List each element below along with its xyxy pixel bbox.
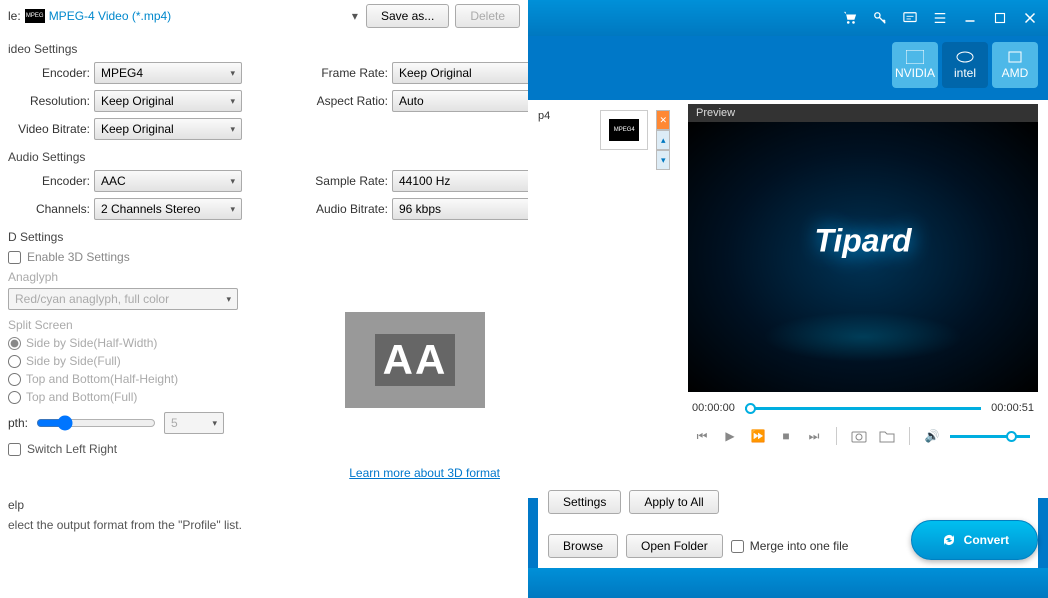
anaglyph-label: Anaglyph [8,270,520,284]
split-opt1-radio [8,337,21,350]
video-encoder-label: Encoder: [8,66,90,80]
glow-platform [763,312,963,362]
split-opt3-radio [8,373,21,386]
convert-button[interactable]: Convert [911,520,1038,560]
save-as-button[interactable]: Save as... [366,4,449,28]
merge-checkbox[interactable] [731,540,744,553]
video-bitrate-dropdown[interactable]: Keep Original▾ [94,118,242,140]
help-text: elect the output format from the "Profil… [8,518,520,532]
file-extension: p4 [538,110,550,122]
switch-lr-checkbox[interactable] [8,443,21,456]
gpu-intel[interactable]: intel [942,42,988,88]
channels-label: Channels: [8,202,90,216]
video-bitrate-label: Video Bitrate: [8,122,90,136]
time-current: 00:00:00 [692,402,735,414]
next-icon[interactable]: ⏭ [804,426,824,446]
time-total: 00:00:51 [991,402,1034,414]
3d-settings-title: D Settings [8,230,520,244]
snapshot-icon[interactable] [849,426,869,446]
gpu-nvidia[interactable]: NVIDIA [892,42,938,88]
aspect-ratio-dropdown[interactable]: Auto▾ [392,90,540,112]
frame-rate-dropdown[interactable]: Keep Original▾ [392,62,540,84]
profile-label: le: [8,9,21,23]
file-item[interactable]: p4 MPEG4 ✕ ▴ ▾ [528,100,680,180]
help-title: elp [8,498,520,512]
audio-encoder-dropdown[interactable]: AAC▾ [94,170,242,192]
cart-icon[interactable] [842,10,858,26]
resolution-label: Resolution: [8,94,90,108]
file-thumbnail: MPEG4 [600,110,648,150]
merge-label: Merge into one file [750,539,849,553]
folder-icon[interactable] [877,426,897,446]
mpeg-format-icon: MPEG [25,9,45,23]
audio-encoder-label: Encoder: [8,174,90,188]
audio-settings-title: Audio Settings [8,150,520,164]
menu-icon[interactable] [932,10,948,26]
video-encoder-dropdown[interactable]: MPEG4▾ [94,62,242,84]
depth-slider[interactable] [36,415,156,431]
gpu-amd[interactable]: AMD [992,42,1038,88]
delete-button: Delete [455,4,520,28]
enable-3d-checkbox[interactable] [8,251,21,264]
aspect-ratio-label: Aspect Ratio: [288,94,388,108]
resolution-dropdown[interactable]: Keep Original▾ [94,90,242,112]
depth-value-spinner: 5▾ [164,412,224,434]
time-bar: 00:00:00 00:00:51 [688,392,1038,420]
main-panel: NVIDIA intel AMD p4 MPEG4 ✕ ▴ ▾ Preview … [528,0,1048,598]
file-remove-button[interactable]: ✕ [656,110,670,130]
switch-lr-label: Switch Left Right [27,442,117,456]
stop-icon[interactable]: ■ [776,426,796,446]
titlebar [528,0,1048,36]
settings-button[interactable]: Settings [548,490,621,514]
enable-3d-label: Enable 3D Settings [27,250,130,264]
profile-dropdown-caret[interactable]: ▾ [352,9,358,23]
footer-strip [528,568,1048,598]
main-white-area: p4 MPEG4 ✕ ▴ ▾ Preview Tipard 00:00:00 0… [528,100,1048,498]
seek-slider[interactable] [745,407,981,410]
volume-icon[interactable]: 🔊 [922,426,942,446]
key-icon[interactable] [872,10,888,26]
playback-controls: ⏮ ▶ ⏩ ■ ⏭ 🔊 [688,420,1038,452]
play-icon[interactable]: ▶ [720,426,740,446]
learn-more-3d-link[interactable]: Learn more about 3D format [349,466,500,480]
feedback-icon[interactable] [902,10,918,26]
audio-bitrate-label: Audio Bitrate: [288,202,388,216]
preview-screen[interactable]: Tipard [688,122,1038,392]
profile-row: le: MPEG MPEG-4 Video (*.mp4) ▾ Save as.… [8,0,520,32]
profile-name[interactable]: MPEG-4 Video (*.mp4) [49,9,352,23]
gpu-badges: NVIDIA intel AMD [892,42,1038,88]
sample-rate-label: Sample Rate: [288,174,388,188]
prev-icon[interactable]: ⏮ [692,426,712,446]
preview-label: Preview [688,104,1038,122]
minimize-icon[interactable] [962,10,978,26]
file-down-button[interactable]: ▾ [656,150,670,170]
depth-label: pth: [8,416,28,430]
sample-rate-dropdown[interactable]: 44100 Hz▾ [392,170,540,192]
browse-button[interactable]: Browse [548,534,618,558]
maximize-icon[interactable] [992,10,1008,26]
split-opt2-radio [8,355,21,368]
close-icon[interactable] [1022,10,1038,26]
fast-forward-icon[interactable]: ⏩ [748,426,768,446]
volume-slider[interactable] [950,435,1030,438]
audio-bitrate-dropdown[interactable]: 96 kbps▾ [392,198,540,220]
preview-area: Preview Tipard 00:00:00 00:00:51 ⏮ ▶ ⏩ ■… [688,104,1038,452]
brand-logo: Tipard [814,222,911,259]
channels-dropdown[interactable]: 2 Channels Stereo▾ [94,198,242,220]
open-folder-button[interactable]: Open Folder [626,534,723,558]
settings-panel: le: MPEG MPEG-4 Video (*.mp4) ▾ Save as.… [0,0,528,598]
split-opt4-radio [8,391,21,404]
video-settings-title: ideo Settings [8,42,520,56]
apply-all-button[interactable]: Apply to All [629,490,718,514]
file-up-button[interactable]: ▴ [656,130,670,150]
3d-preview-thumbnail: AA [345,312,485,408]
frame-rate-label: Frame Rate: [288,66,388,80]
anaglyph-dropdown: Red/cyan anaglyph, full color▾ [8,288,238,310]
